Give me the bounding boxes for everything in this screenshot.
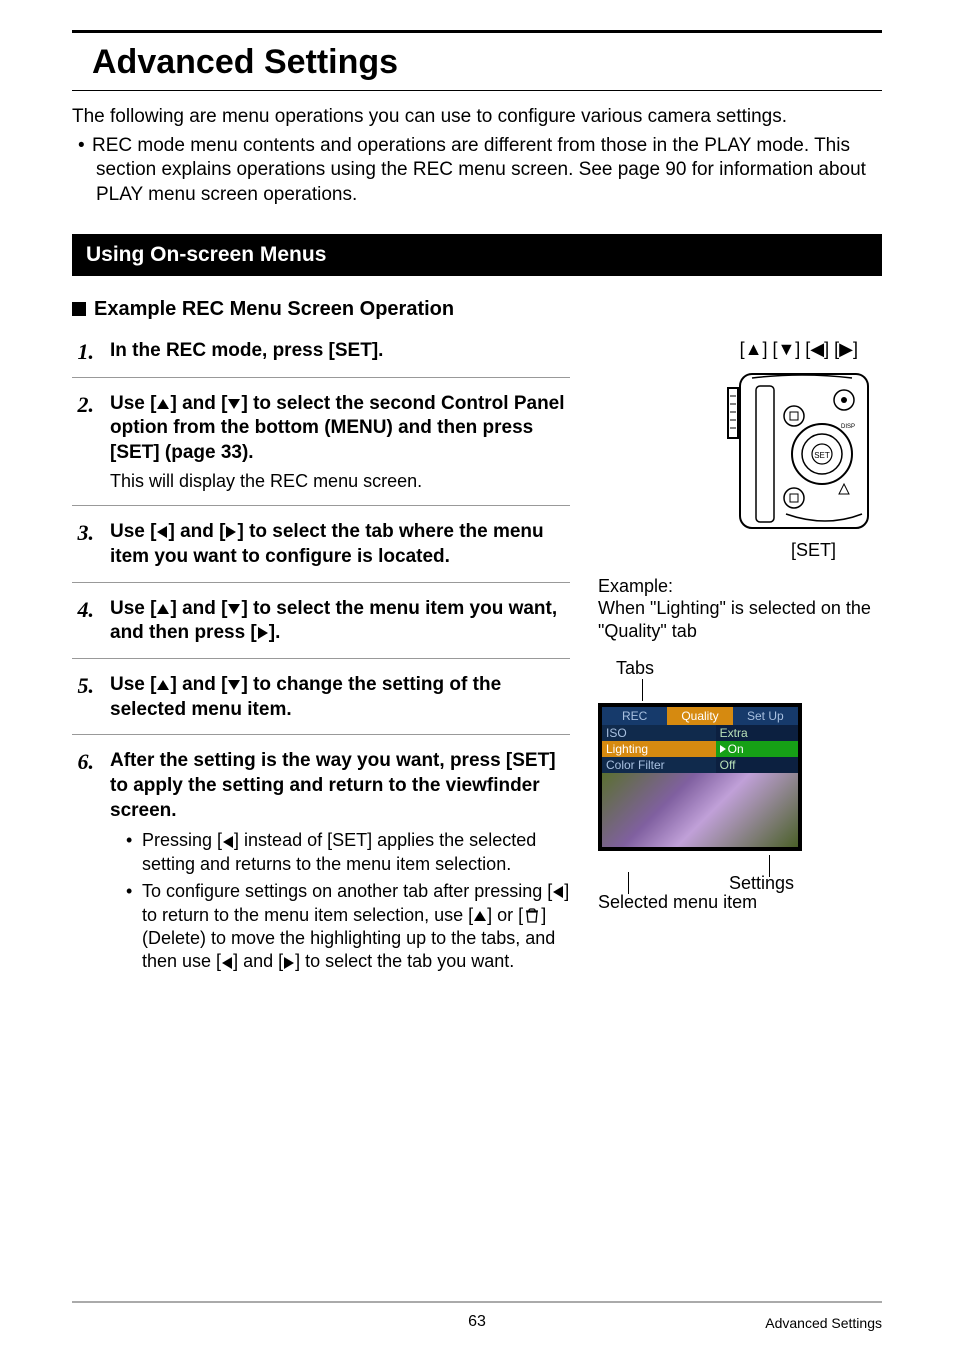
right-arrow-icon — [258, 627, 268, 639]
step-2-note: This will display the REC menu screen. — [110, 470, 570, 493]
example-caption: Example: When "Lighting" is selected on … — [598, 575, 882, 643]
left-arrow-icon — [157, 526, 167, 538]
step-number: 2. — [72, 392, 94, 493]
menu-item-color-filter: Color Filter — [602, 757, 716, 773]
step-1-text: In the REC mode, press [SET]. — [110, 339, 570, 364]
left-arrow-icon — [222, 957, 232, 969]
up-arrow-icon — [157, 680, 169, 690]
subsection-heading-text: Example REC Menu Screen Operation — [94, 298, 454, 320]
down-arrow-icon — [228, 399, 240, 409]
menu-value-extra: Extra — [716, 725, 798, 741]
step-5: 5. Use [] and [] to change the setting o… — [72, 658, 570, 734]
page-title: Advanced Settings — [92, 43, 882, 82]
svg-text:SET: SET — [814, 451, 830, 460]
step-number: 1. — [72, 339, 94, 365]
arrow-keys-label: [▲] [▼] [◀] [▶] — [598, 339, 882, 360]
intro-bullet: •REC mode menu contents and operations a… — [72, 134, 882, 208]
camera-back-illustration: SET DISP — [722, 368, 872, 534]
set-button-label: [SET] — [598, 540, 882, 561]
step-2-text: Use [] and [] to select the second Contr… — [110, 392, 570, 466]
step-6-bullet-2: • To configure settings on another tab a… — [126, 880, 570, 974]
menu-tab-setup: Set Up — [733, 707, 798, 725]
right-arrow-icon — [226, 526, 236, 538]
menu-value-off: Off — [716, 757, 798, 773]
menu-item-iso: ISO — [602, 725, 716, 741]
step-4-text: Use [] and [] to select the menu item yo… — [110, 597, 570, 646]
up-arrow-icon — [474, 911, 486, 921]
top-rule — [72, 30, 882, 33]
menu-screen-illustration: REC Quality Set Up ISO Lighting Color Fi… — [598, 703, 802, 851]
svg-text:DISP: DISP — [841, 424, 855, 430]
up-arrow-icon — [157, 399, 169, 409]
step-6-bullet-1: • Pressing [] instead of [SET] applies t… — [126, 829, 570, 876]
step-6-text: After the setting is the way you want, p… — [110, 749, 570, 823]
left-arrow-icon — [223, 836, 233, 848]
menu-tab-rec: REC — [602, 707, 667, 725]
left-arrow-icon — [553, 886, 563, 898]
step-3: 3. Use [] and [] to select the tab where… — [72, 505, 570, 581]
square-bullet-icon — [72, 302, 86, 316]
step-number: 4. — [72, 597, 94, 646]
right-arrow-icon — [284, 957, 294, 969]
intro-text: The following are menu operations you ca… — [72, 105, 882, 130]
step-6: 6. After the setting is the way you want… — [72, 734, 570, 989]
settings-annotation-label: Settings — [729, 873, 794, 894]
menu-preview-photo — [602, 773, 798, 847]
title-underline — [72, 90, 882, 91]
intro-bullet-text: REC mode menu contents and operations ar… — [92, 135, 866, 205]
tabs-annotation-tick — [642, 679, 643, 701]
illustration-column: [▲] [▼] [◀] [▶] SET DISP — [598, 339, 882, 990]
step-5-text: Use [] and [] to change the setting of t… — [110, 673, 570, 722]
down-arrow-icon — [228, 604, 240, 614]
trash-icon — [525, 908, 539, 923]
step-1: 1. In the REC mode, press [SET]. — [72, 339, 570, 377]
step-4: 4. Use [] and [] to select the menu item… — [72, 582, 570, 658]
menu-value-on: On — [716, 741, 798, 757]
section-bar: Using On-screen Menus — [72, 234, 882, 276]
step-number: 6. — [72, 749, 94, 977]
footer-rule — [72, 1301, 882, 1303]
step-number: 3. — [72, 520, 94, 569]
steps-column: 1. In the REC mode, press [SET]. 2. Use … — [72, 339, 570, 990]
subsection-heading: Example REC Menu Screen Operation — [72, 298, 882, 321]
down-arrow-icon — [228, 680, 240, 690]
up-arrow-icon — [157, 604, 169, 614]
selected-item-tick — [628, 872, 629, 894]
menu-item-lighting: Lighting — [602, 741, 716, 757]
step-2: 2. Use [] and [] to select the second Co… — [72, 377, 570, 505]
selected-item-annotation-label: Selected menu item — [598, 892, 882, 913]
menu-tab-quality: Quality — [667, 707, 732, 725]
footer-section-name: Advanced Settings — [765, 1315, 882, 1331]
step-3-text: Use [] and [] to select the tab where th… — [110, 520, 570, 569]
step-number: 5. — [72, 673, 94, 722]
tabs-annotation-label: Tabs — [616, 658, 882, 679]
